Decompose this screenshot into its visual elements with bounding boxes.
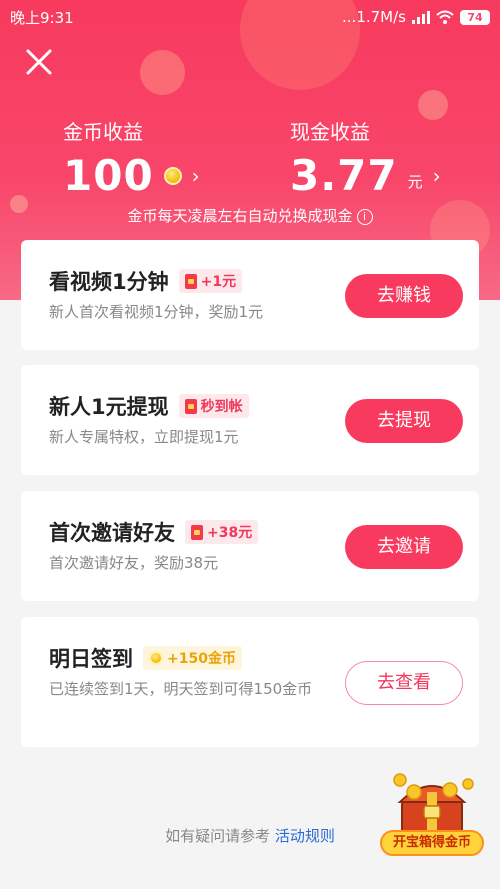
exchange-note: 金币每天凌晨左右自动兑换成现金 i — [0, 205, 500, 226]
task-description: 已连续签到1天，明天签到可得150金币 — [49, 680, 313, 698]
task-description: 首次邀请好友，奖励38元 — [49, 554, 219, 572]
task-card-checkin: 明日签到 +150金币 已连续签到1天，明天签到可得150金币 去查看 — [21, 617, 479, 747]
status-bar: 晚上9:31 ...1.7M/s 74 — [0, 0, 500, 34]
coin-icon — [149, 651, 163, 665]
cash-earnings[interactable]: 现金收益 3.77 元 › — [290, 116, 441, 200]
close-icon[interactable] — [24, 47, 54, 77]
red-envelope-icon — [184, 273, 197, 289]
task-description: 新人首次看视频1分钟，奖励1元 — [49, 303, 264, 321]
invite-button[interactable]: 去邀请 — [345, 525, 463, 569]
battery-indicator: 74 — [460, 9, 490, 25]
red-envelope-icon — [191, 524, 203, 540]
task-description: 新人专属特权，立即提现1元 — [49, 428, 239, 446]
wifi-icon — [436, 10, 454, 24]
info-icon[interactable]: i — [356, 208, 373, 225]
network-speed: ...1.7M/s — [342, 8, 406, 26]
task-card-invite: 首次邀请好友 +38元 首次邀请好友，奖励38元 去邀请 — [21, 491, 479, 601]
coin-earnings-value: 100 — [63, 151, 154, 200]
reward-badge: +1元 — [178, 269, 243, 293]
coin-earnings-label: 金币收益 — [63, 120, 143, 144]
exchange-note-text: 金币每天凌晨左右自动兑换成现金 — [127, 207, 353, 225]
reward-badge: +38元 — [185, 520, 259, 544]
cash-earnings-value: 3.77 — [290, 151, 398, 200]
chevron-right-icon: › — [432, 163, 441, 188]
reward-badge-text: +1元 — [200, 274, 237, 290]
signal-icon — [412, 10, 430, 24]
red-envelope-icon — [184, 398, 197, 414]
footer-text: 如有疑问请参考 — [165, 827, 271, 845]
rules-link[interactable]: 活动规则 — [275, 827, 335, 845]
reward-badge: 秒到帐 — [178, 394, 249, 418]
task-card-withdraw: 新人1元提现 秒到帐 新人专属特权，立即提现1元 去提现 — [21, 365, 479, 475]
reward-badge-text: 秒到帐 — [200, 399, 243, 415]
withdraw-button[interactable]: 去提现 — [345, 399, 463, 443]
treasure-chest-button[interactable]: 开宝箱得金币 — [380, 770, 484, 860]
cash-earnings-label: 现金收益 — [290, 120, 370, 144]
coin-icon — [163, 166, 182, 185]
reward-badge-text: +150金币 — [167, 651, 236, 667]
reward-badge: +150金币 — [143, 646, 242, 670]
chevron-right-icon: › — [191, 163, 200, 188]
earn-button[interactable]: 去赚钱 — [345, 274, 463, 318]
view-button[interactable]: 去查看 — [345, 661, 463, 705]
task-title: 新人1元提现 — [49, 395, 169, 419]
coin-earnings[interactable]: 金币收益 100 › — [63, 116, 200, 200]
status-time: 晚上9:31 — [10, 8, 74, 27]
cash-unit: 元 — [407, 173, 423, 191]
task-title: 看视频1分钟 — [49, 270, 169, 294]
treasure-chest-label: 开宝箱得金币 — [380, 830, 484, 856]
task-title: 首次邀请好友 — [49, 521, 175, 545]
task-title: 明日签到 — [49, 647, 133, 671]
reward-badge-text: +38元 — [207, 525, 253, 541]
bokeh-decoration — [140, 50, 185, 95]
task-card-watch-video: 看视频1分钟 +1元 新人首次看视频1分钟，奖励1元 去赚钱 — [21, 240, 479, 350]
